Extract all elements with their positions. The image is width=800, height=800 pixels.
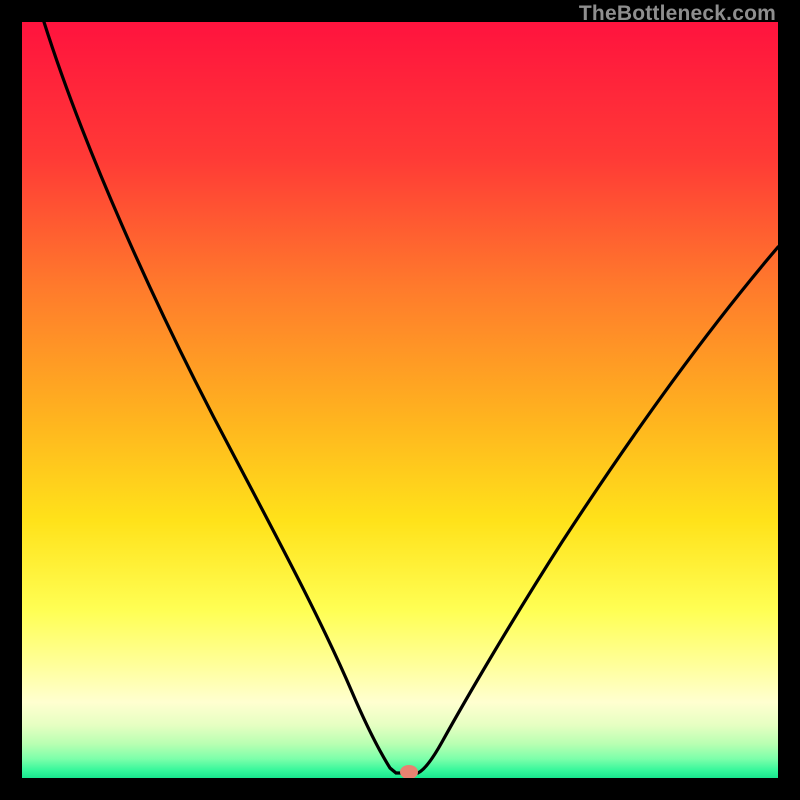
watermark-text: TheBottleneck.com [579, 2, 776, 26]
chart-plot-area [22, 22, 778, 778]
chart-frame: TheBottleneck.com [0, 0, 800, 800]
chart-background-gradient [22, 22, 778, 778]
chart-svg [22, 22, 778, 778]
